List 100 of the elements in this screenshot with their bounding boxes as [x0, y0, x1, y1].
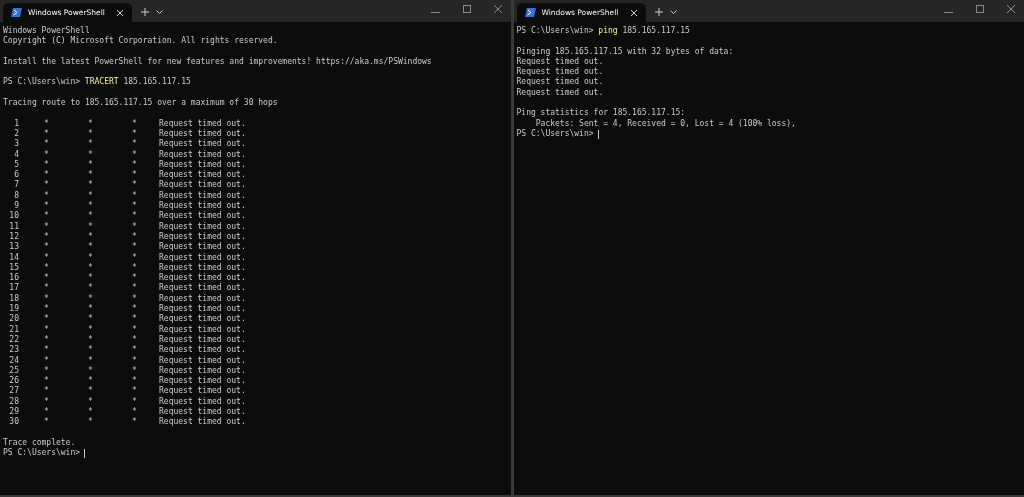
output-line: Packets: Sent = 4, Received = 0, Lost = 4 (100% loss),: [534, 118, 796, 129]
plus-icon[interactable]: [654, 8, 663, 16]
probe-time: *: [132, 118, 137, 129]
hop-status: Request timed out.: [159, 293, 246, 304]
probe-time: *: [88, 417, 93, 428]
probe-time: *: [132, 407, 137, 417]
command-argument: 185.165.117.15: [123, 77, 191, 88]
terminal-icon: [524, 8, 536, 17]
output-line: Request timed out.: [516, 77, 604, 88]
hop-status: Request timed out.: [159, 334, 246, 345]
hop-number: 29: [9, 407, 19, 417]
probe-time: *: [44, 376, 49, 386]
hop-number: 19: [9, 304, 19, 314]
probe-time: *: [44, 365, 49, 376]
probe-time: *: [44, 345, 49, 356]
hop-status: Request timed out.: [159, 355, 246, 366]
probe-time: *: [132, 242, 137, 253]
probe-time: *: [44, 252, 49, 263]
probe-time: *: [88, 159, 93, 170]
hop-status: Request timed out.: [159, 407, 246, 417]
hop-number: 17: [9, 283, 19, 294]
hop-status: Request timed out.: [159, 345, 246, 356]
probe-time: *: [44, 407, 49, 417]
hop-number: 1: [14, 118, 19, 129]
hop-status: Request timed out.: [159, 283, 246, 294]
probe-time: *: [132, 149, 137, 160]
probe-time: *: [132, 159, 137, 170]
probe-time: *: [88, 118, 93, 129]
hop-number: 28: [9, 396, 19, 407]
hop-number: 5: [14, 159, 19, 170]
hop-number: 25: [9, 365, 19, 376]
close-icon[interactable]: [629, 8, 638, 17]
probe-time: *: [44, 221, 49, 232]
probe-time: *: [132, 273, 137, 283]
probe-time: *: [44, 334, 49, 345]
probe-time: *: [132, 211, 137, 222]
hop-status: Request timed out.: [159, 118, 246, 129]
probe-time: *: [44, 314, 49, 325]
probe-time: *: [88, 149, 93, 160]
minimize-icon[interactable]: [430, 12, 440, 13]
hop-number: 15: [9, 262, 19, 273]
probe-time: *: [132, 334, 137, 345]
probe-time: *: [44, 417, 49, 428]
hop-number: 14: [9, 252, 19, 263]
hop-status: Request timed out.: [159, 201, 246, 211]
hop-number: 22: [9, 334, 19, 345]
hop-number: 21: [9, 324, 19, 335]
probe-time: *: [88, 252, 93, 263]
probe-time: *: [132, 283, 137, 294]
command-text: TRACERT: [84, 77, 119, 88]
probe-time: *: [132, 190, 137, 201]
probe-time: *: [132, 386, 137, 397]
hop-status: Request timed out.: [159, 396, 246, 407]
chevron-down-icon[interactable]: [669, 10, 677, 14]
probe-time: *: [44, 293, 49, 304]
hop-status: Request timed out.: [159, 211, 246, 222]
probe-time: *: [88, 314, 93, 325]
probe-time: *: [132, 304, 137, 314]
plus-icon[interactable]: [141, 8, 149, 16]
probe-time: *: [88, 201, 93, 211]
hop-status: Request timed out.: [159, 273, 246, 283]
probe-time: *: [44, 231, 49, 242]
probe-time: *: [44, 201, 49, 211]
probe-time: *: [88, 170, 93, 180]
probe-time: *: [132, 365, 137, 376]
chevron-down-icon[interactable]: [156, 10, 163, 14]
hop-number: 12: [9, 231, 19, 242]
hop-number: 8: [14, 190, 19, 201]
probe-time: *: [88, 304, 93, 314]
close-icon[interactable]: [116, 8, 124, 17]
hop-number: 30: [9, 417, 19, 428]
hop-number: 13: [9, 242, 19, 253]
probe-time: *: [88, 211, 93, 222]
output-line: Request timed out.: [516, 87, 604, 99]
output-line: Copyright (C) Microsoft Corporation. All rights reserved.: [3, 36, 278, 47]
output-line: Pinging 185.165.117.15 with 32 bytes of data:: [516, 46, 734, 57]
hop-status: Request timed out.: [159, 324, 246, 335]
probe-time: *: [132, 262, 137, 273]
probe-time: *: [132, 180, 137, 191]
hop-number: 10: [9, 211, 19, 222]
maximize-icon[interactable]: [976, 5, 984, 13]
probe-time: *: [88, 273, 93, 283]
output-line: Trace complete.: [3, 437, 76, 448]
probe-time: *: [132, 396, 137, 407]
probe-time: *: [44, 386, 49, 397]
hop-number: 24: [9, 355, 19, 366]
probe-time: *: [44, 170, 49, 180]
hop-number: 18: [9, 293, 19, 304]
command-argument: 185.165.117.15: [622, 26, 690, 37]
hop-status: Request timed out.: [159, 170, 246, 180]
maximize-icon[interactable]: [462, 5, 471, 13]
hop-status: Request timed out.: [159, 304, 246, 314]
hop-status: Request timed out.: [159, 231, 246, 242]
probe-time: *: [132, 170, 137, 180]
hop-status: Request timed out.: [159, 314, 246, 325]
probe-time: *: [132, 231, 137, 242]
hop-number: 9: [14, 201, 19, 211]
output-line: Request timed out.: [516, 67, 604, 77]
output-line: Install the latest PowerShell for new features and improvements! https://aka.ms/PSWindows: [3, 56, 432, 68]
hop-status: Request timed out.: [159, 386, 246, 397]
